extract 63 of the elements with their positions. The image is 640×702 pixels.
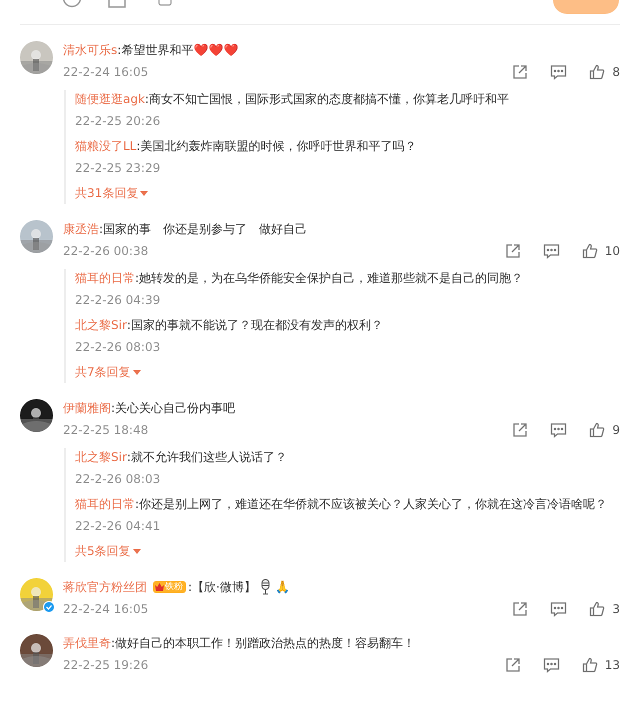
- share-icon[interactable]: [512, 601, 528, 617]
- comment-text: :【欣·微博】: [188, 579, 256, 596]
- share-icon[interactable]: [504, 243, 521, 259]
- like-count: 3: [612, 602, 620, 616]
- comment-icon[interactable]: [542, 657, 560, 673]
- reply-text: :商女不知亡国恨，国际形式国家的态度都搞不懂，你算老几呼吁和平: [144, 91, 509, 108]
- comment-time: 22-2-26 00:38: [63, 244, 150, 258]
- microphone-icon: [260, 579, 271, 595]
- user-name[interactable]: 蒋欣官方粉丝团: [63, 578, 147, 596]
- user-name[interactable]: 猫粮没了LL: [75, 137, 136, 155]
- thumbs-up-icon[interactable]: [589, 601, 606, 617]
- comment-text: :做好自己的本职工作！别蹭政治热点的热度！容易翻车！: [111, 635, 416, 652]
- reply-time: 22-2-26 08:03: [75, 472, 162, 486]
- user-name[interactable]: 猫耳的日常: [75, 269, 135, 287]
- user-name[interactable]: 康丞浩: [63, 220, 99, 238]
- user-name[interactable]: 猫耳的日常: [75, 495, 135, 513]
- emoji: 🙏: [274, 579, 290, 596]
- like-count: 9: [612, 423, 620, 437]
- comment-icon[interactable]: [550, 601, 568, 617]
- reply-text: :国家的事就不能说了？现在都没有发声的权利？: [126, 317, 383, 334]
- thumbs-up-icon[interactable]: [589, 422, 606, 438]
- comment-icon[interactable]: [550, 422, 568, 438]
- comment-text: :关心关心自己份内事吧: [111, 400, 236, 417]
- comment-time: 22-2-24 16:05: [63, 602, 150, 616]
- caret-icon: [140, 190, 148, 196]
- reply-text: :就不允许我们这些人说话了？: [126, 449, 287, 466]
- user-name[interactable]: 随便逛逛agk: [75, 90, 145, 108]
- more-replies-link[interactable]: 共31条回复: [75, 184, 148, 202]
- reply-text: :她转发的是，为在乌华侨能安全保护自己，难道那些就不是自己的同胞？: [135, 270, 524, 287]
- comment-icon[interactable]: [542, 243, 560, 259]
- comment-time: 22-2-25 19:26: [63, 658, 150, 672]
- more-replies-link[interactable]: 共7条回复: [75, 363, 141, 381]
- more-replies-link[interactable]: 共5条回复: [75, 542, 141, 560]
- reply-time: 22-2-25 23:29: [75, 161, 162, 175]
- user-name[interactable]: 弄伐里奇: [63, 634, 111, 652]
- share-icon[interactable]: [512, 422, 528, 438]
- thumbs-up-icon[interactable]: [582, 243, 598, 259]
- share-icon[interactable]: [512, 64, 528, 80]
- comment-text: :国家的事 你还是别参与了 做好自己: [99, 221, 308, 238]
- reply-text: :美国北约轰炸南联盟的时候，你呼吁世界和平了吗？: [136, 138, 416, 155]
- thumbs-up-icon[interactable]: [589, 64, 606, 80]
- user-name[interactable]: 北之黎Sir: [75, 448, 127, 466]
- caret-icon: [132, 548, 141, 554]
- thumbs-up-icon[interactable]: [582, 657, 598, 673]
- crown-icon: [155, 583, 164, 591]
- reply-time: 22-2-26 08:03: [75, 340, 162, 354]
- comment-text: :希望世界和平❤❤❤: [117, 42, 238, 59]
- comment-time: 22-2-24 16:05: [63, 65, 150, 79]
- reply-text: :你还是别上网了，难道还在华侨就不应该被关心？人家关心了，你就在这冷言冷语啥呢？: [135, 496, 608, 513]
- like-count: 8: [612, 65, 620, 79]
- comment-icon[interactable]: [550, 64, 568, 80]
- caret-icon: [132, 370, 141, 374]
- user-name[interactable]: 清水可乐s: [63, 41, 118, 59]
- reply-time: 22-2-26 04:39: [75, 293, 162, 307]
- user-name[interactable]: 伊蘭雅阁: [63, 399, 111, 417]
- reply-time: 22-2-26 04:41: [75, 519, 162, 533]
- comment-time: 22-2-25 18:48: [63, 423, 150, 437]
- fan-badge: 铁粉: [153, 581, 186, 593]
- reply-time: 22-2-25 20:26: [75, 114, 162, 128]
- like-count: 13: [604, 658, 620, 672]
- user-name[interactable]: 北之黎Sir: [75, 316, 127, 334]
- share-icon[interactable]: [504, 657, 521, 673]
- like-count: 10: [604, 244, 620, 258]
